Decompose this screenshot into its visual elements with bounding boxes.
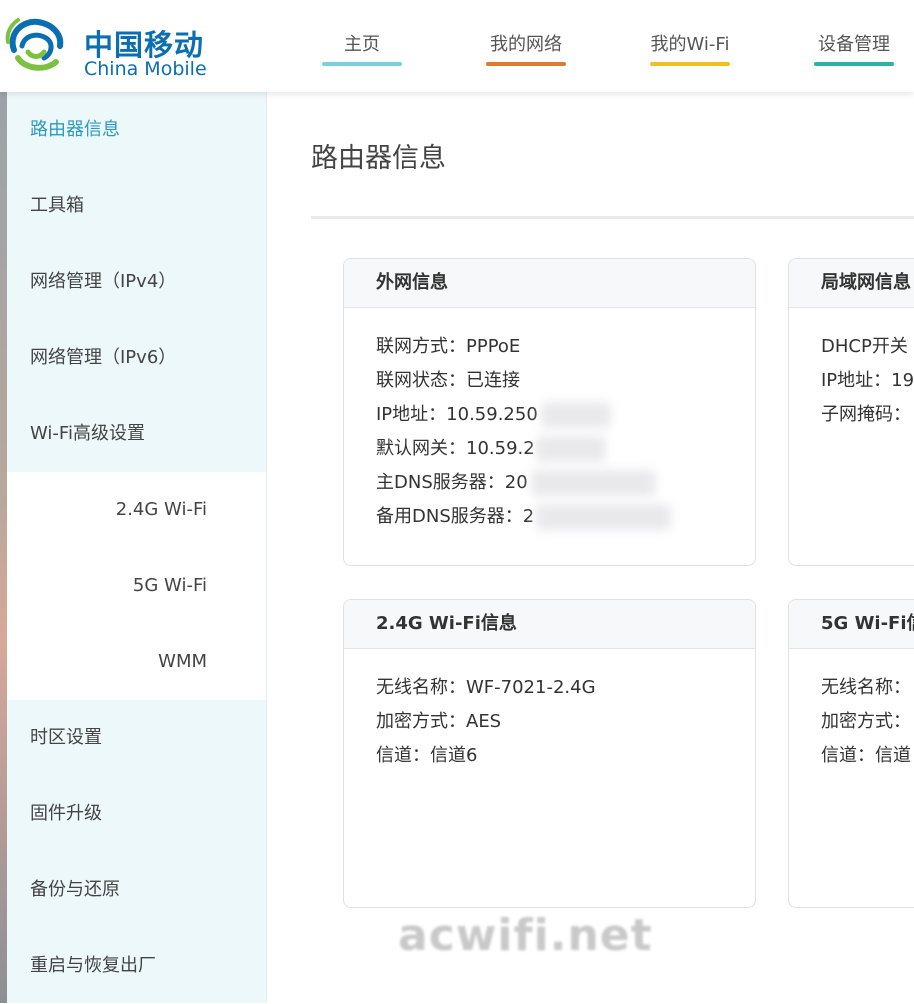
nav-my-network-underline bbox=[486, 62, 566, 66]
sidebar-item-router-info[interactable]: 路由器信息 bbox=[7, 92, 266, 168]
nav-home-label: 主页 bbox=[344, 34, 380, 55]
sidebar-subitem-wifi-24g[interactable]: 2.4G Wi-Fi bbox=[7, 472, 266, 548]
top-header: 中国移动 China Mobile 主页 我的网络 我的Wi-Fi 设备管理 bbox=[0, 0, 914, 92]
wifi-24g-channel: 信道：信道6 bbox=[376, 745, 478, 766]
sidebar-item-firmware[interactable]: 固件升级 bbox=[7, 776, 266, 852]
brand-logo[interactable]: 中国移动 China Mobile bbox=[4, 10, 224, 80]
watermark: acwifi.net bbox=[398, 910, 653, 961]
sidebar-item-backup-restore[interactable]: 备份与还原 bbox=[7, 852, 266, 928]
lan-ip-address: IP地址：19 bbox=[821, 370, 914, 391]
page-title: 路由器信息 bbox=[311, 143, 446, 174]
nav-device-management-label: 设备管理 bbox=[818, 34, 890, 55]
lan-card-title: 局域网信息 bbox=[789, 259, 914, 308]
sidebar-item-toolbox[interactable]: 工具箱 bbox=[7, 168, 266, 244]
nav-device-management-underline bbox=[814, 62, 894, 66]
sidebar-item-wifi-advanced[interactable]: Wi-Fi高级设置 bbox=[7, 396, 266, 472]
redaction-blur bbox=[541, 402, 611, 428]
wan-primary-dns: 主DNS服务器：20 bbox=[376, 472, 528, 493]
sidebar-subitem-wifi-5g[interactable]: 5G Wi-Fi bbox=[7, 548, 266, 624]
title-divider bbox=[311, 216, 914, 219]
wan-secondary-dns: 备用DNS服务器：2 bbox=[376, 506, 535, 527]
sidebar-subitem-wmm[interactable]: WMM bbox=[7, 624, 266, 700]
sidebar-edge-background bbox=[0, 92, 7, 1003]
wan-ip-address: IP地址：10.59.250 bbox=[376, 404, 538, 425]
wifi-24g-encryption: 加密方式：AES bbox=[376, 711, 502, 732]
nav-my-wifi-underline bbox=[650, 62, 730, 66]
nav-my-network[interactable]: 我的网络 bbox=[486, 32, 566, 68]
wan-info-card: 外网信息 联网方式：PPPoE 联网状态：已连接 IP地址：10.59.250 … bbox=[343, 258, 756, 566]
sidebar-item-network-ipv6[interactable]: 网络管理（IPv6） bbox=[7, 320, 266, 396]
china-mobile-logo-icon bbox=[5, 18, 64, 71]
nav-my-wifi-label: 我的Wi-Fi bbox=[650, 34, 730, 55]
lan-dhcp-switch: DHCP开关 bbox=[821, 336, 908, 357]
nav-my-wifi[interactable]: 我的Wi-Fi bbox=[650, 32, 730, 68]
sidebar-item-network-ipv4[interactable]: 网络管理（IPv4） bbox=[7, 244, 266, 320]
wifi-5g-encryption: 加密方式： bbox=[821, 711, 911, 732]
lan-subnet-mask: 子网掩码： bbox=[821, 404, 911, 425]
nav-home[interactable]: 主页 bbox=[322, 32, 402, 68]
wifi-5g-channel: 信道：信道 bbox=[821, 745, 911, 766]
redaction-blur bbox=[536, 504, 671, 530]
nav-device-management[interactable]: 设备管理 bbox=[814, 32, 894, 68]
brand-name-en: China Mobile bbox=[84, 58, 207, 80]
wifi-5g-info-card: 5G Wi-Fi信 无线名称： 加密方式： 信道：信道 bbox=[788, 599, 914, 908]
wan-connection-status: 联网状态：已连接 bbox=[376, 370, 520, 391]
wifi-24g-card-title: 2.4G Wi-Fi信息 bbox=[344, 600, 755, 649]
lan-info-card: 局域网信息 DHCP开关 IP地址：19 子网掩码： bbox=[788, 258, 914, 566]
wan-card-title: 外网信息 bbox=[344, 259, 755, 308]
wifi-24g-ssid: 无线名称：WF-7021-2.4G bbox=[376, 677, 596, 698]
sidebar-item-timezone[interactable]: 时区设置 bbox=[7, 700, 266, 776]
redaction-blur bbox=[536, 436, 606, 462]
wan-connection-type: 联网方式：PPPoE bbox=[376, 336, 521, 357]
nav-my-network-label: 我的网络 bbox=[490, 34, 562, 55]
wifi-24g-info-card: 2.4G Wi-Fi信息 无线名称：WF-7021-2.4G 加密方式：AES … bbox=[343, 599, 756, 908]
sidebar: 路由器信息 工具箱 网络管理（IPv4） 网络管理（IPv6） Wi-Fi高级设… bbox=[7, 92, 267, 1003]
sidebar-item-reboot-reset[interactable]: 重启与恢复出厂 bbox=[7, 928, 266, 1004]
wifi-5g-card-title: 5G Wi-Fi信 bbox=[789, 600, 914, 649]
nav-home-underline bbox=[322, 62, 402, 66]
redaction-blur bbox=[531, 470, 656, 496]
wifi-5g-ssid: 无线名称： bbox=[821, 677, 911, 698]
wan-default-gateway: 默认网关：10.59.2 bbox=[376, 438, 535, 459]
